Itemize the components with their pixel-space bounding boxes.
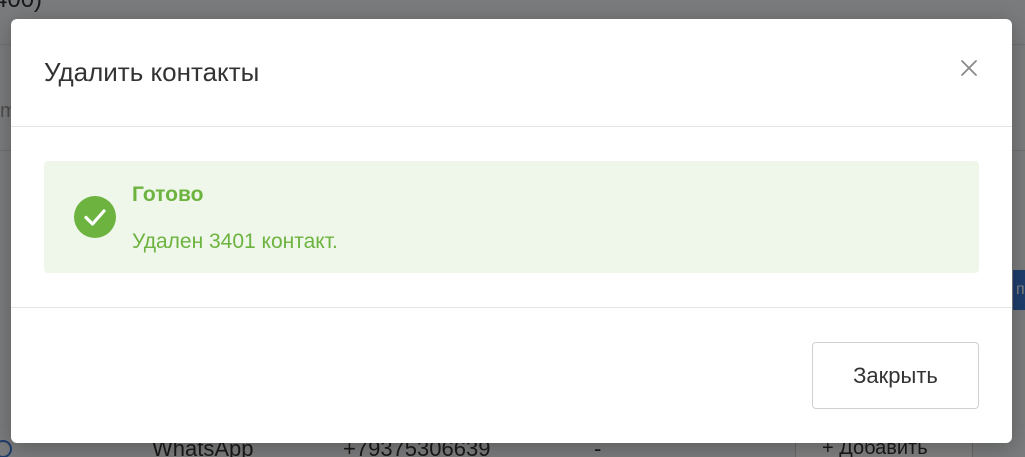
modal-title: Удалить контакты — [44, 57, 260, 87]
check-circle-icon — [74, 196, 116, 238]
delete-contacts-modal: Удалить контакты Готово Удален 3401 конт… — [11, 19, 1012, 443]
modal-footer: Закрыть — [11, 308, 1012, 443]
page: 400) m п WhatsApp +79375306639 - + Добав… — [0, 0, 1025, 457]
alert-message: Удален 3401 контакт. — [132, 230, 338, 253]
modal-header: Удалить контакты — [11, 19, 1012, 127]
alert-title: Готово — [132, 183, 204, 206]
modal-body: Готово Удален 3401 контакт. — [11, 127, 1012, 308]
success-alert: Готово Удален 3401 контакт. — [44, 161, 979, 273]
modal-close-button[interactable] — [956, 55, 982, 81]
close-icon — [961, 60, 977, 76]
close-button[interactable]: Закрыть — [812, 342, 979, 409]
